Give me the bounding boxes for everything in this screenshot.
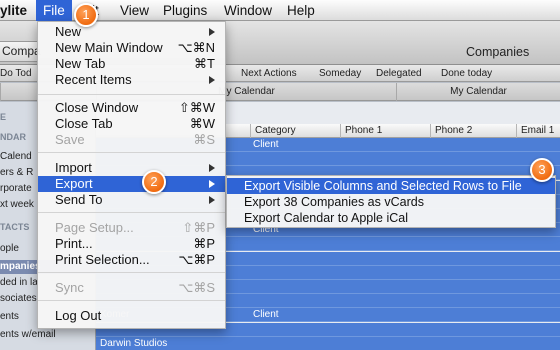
column-header-email-1[interactable]: Email 1 (516, 124, 554, 138)
step-marker-1: 1 (74, 3, 98, 27)
menu-item-label: Close Window (55, 100, 139, 115)
menu-item-new-tab[interactable]: New Tab ⌘T (38, 56, 225, 72)
sidebar-item[interactable]: ents w/email (0, 328, 96, 342)
menu-item-close-window[interactable]: Close Window ⇧⌘W (38, 100, 225, 116)
menu-plugins[interactable]: Plugins (156, 0, 214, 21)
menu-item-shortcut: ⌥⌘S (178, 280, 215, 295)
menu-view[interactable]: View (113, 0, 156, 21)
menu-file[interactable]: File (36, 0, 72, 21)
menu-item-label: Sync (55, 280, 84, 295)
export-vcards-item[interactable]: Export 38 Companies as vCards (227, 194, 555, 210)
toolbar-someday[interactable]: Someday (319, 65, 361, 82)
menu-item-sync: Sync ⌥⌘S (38, 280, 225, 296)
menu-window[interactable]: Window (217, 0, 279, 21)
menu-item-shortcut: ⌘W (189, 116, 215, 131)
menu-item-label: Recent Items (55, 72, 132, 87)
menu-item-label: Send To (55, 192, 103, 207)
menu-item-export[interactable]: Export (38, 176, 225, 192)
menu-item-print-selection[interactable]: Print Selection... ⌥⌘P (38, 252, 225, 268)
menu-item-label: Close Tab (55, 116, 113, 131)
calendar-tab-2[interactable]: My Calendar (396, 83, 560, 101)
menu-item-shortcut: ⌥⌘P (178, 252, 215, 267)
menu-separator (38, 94, 225, 95)
toolbar-delegated[interactable]: Delegated (376, 65, 422, 82)
toolbar-next-actions[interactable]: Next Actions (241, 65, 297, 82)
file-menu-dropdown: New New Main Window ⌥⌘N New Tab ⌘T Recent Ite… (37, 21, 226, 329)
menu-item-page-setup: Page Setup... ⇧⌘P (38, 220, 225, 236)
export-ical-item[interactable]: Export Calendar to Apple iCal (227, 210, 555, 226)
tab-companies[interactable]: Compa (0, 41, 41, 62)
menu-item-shortcut: ⌥⌘N (177, 40, 215, 55)
menu-item-label: Export (55, 176, 93, 191)
column-header-phone-1[interactable]: Phone 1 (340, 124, 382, 138)
menu-item-shortcut: ⌘T (194, 56, 215, 71)
submenu-arrow-icon (209, 76, 215, 84)
menu-item-label: Print Selection... (55, 252, 150, 267)
column-header-category[interactable]: Category (250, 124, 296, 138)
submenu-arrow-icon (209, 196, 215, 204)
menu-item-label: New Tab (55, 56, 106, 71)
category-cell: Client (253, 139, 279, 150)
menu-item-close-tab[interactable]: Close Tab ⌘W (38, 116, 225, 132)
window-title: Companies (466, 45, 530, 59)
menu-item-shortcut: ⌘S (193, 132, 215, 147)
column-header-phone-2[interactable]: Phone 2 (430, 124, 472, 138)
menu-item-send-to[interactable]: Send To (38, 192, 225, 208)
menu-item-print[interactable]: Print... ⌘P (38, 236, 225, 252)
category-cell: Client (253, 309, 279, 321)
menu-item-new-main-window[interactable]: New Main Window ⌥⌘N (38, 40, 225, 56)
menu-item-log-out[interactable]: Log Out (38, 308, 225, 324)
step-marker-2: 2 (142, 170, 166, 194)
menu-item-label: Print... (55, 236, 93, 251)
menu-app-name[interactable]: ylite (0, 0, 34, 21)
menu-item-label: Import (55, 160, 92, 175)
menu-item-label: New (55, 24, 82, 39)
export-visible-columns-item[interactable]: Export Visible Columns and Selected Rows… (227, 178, 555, 194)
menu-item-label: New Main Window (55, 40, 163, 55)
submenu-arrow-icon (209, 180, 215, 188)
menu-help[interactable]: Help (280, 0, 322, 21)
export-submenu: Export Visible Columns and Selected Rows… (226, 175, 556, 228)
menu-separator (38, 300, 225, 301)
menu-item-label: Save (55, 132, 85, 147)
menu-separator (38, 212, 225, 213)
menu-item-shortcut: ⌘P (193, 236, 215, 251)
menu-item-shortcut: ⇧⌘P (182, 220, 215, 235)
menu-item-import[interactable]: Import (38, 160, 225, 176)
step-marker-3: 3 (530, 158, 554, 182)
toolbar-done-today[interactable]: Done today (441, 65, 492, 82)
menu-item-label: Log Out (55, 308, 102, 323)
toolbar-do-today[interactable]: Do Tod (0, 65, 32, 82)
company-name-cell: Darwin Studios (100, 337, 168, 349)
menu-item-recent-items[interactable]: Recent Items (38, 72, 225, 88)
menu-separator (38, 152, 225, 153)
menu-item-new[interactable]: New (38, 24, 225, 40)
submenu-arrow-icon (209, 28, 215, 36)
menu-item-shortcut: ⇧⌘W (178, 100, 215, 115)
menu-item-save: Save ⌘S (38, 132, 225, 148)
submenu-arrow-icon (209, 164, 215, 172)
menu-separator (38, 272, 225, 273)
menu-item-label: Page Setup... (55, 220, 134, 235)
table-row[interactable]: Darwin Studios (96, 336, 560, 350)
